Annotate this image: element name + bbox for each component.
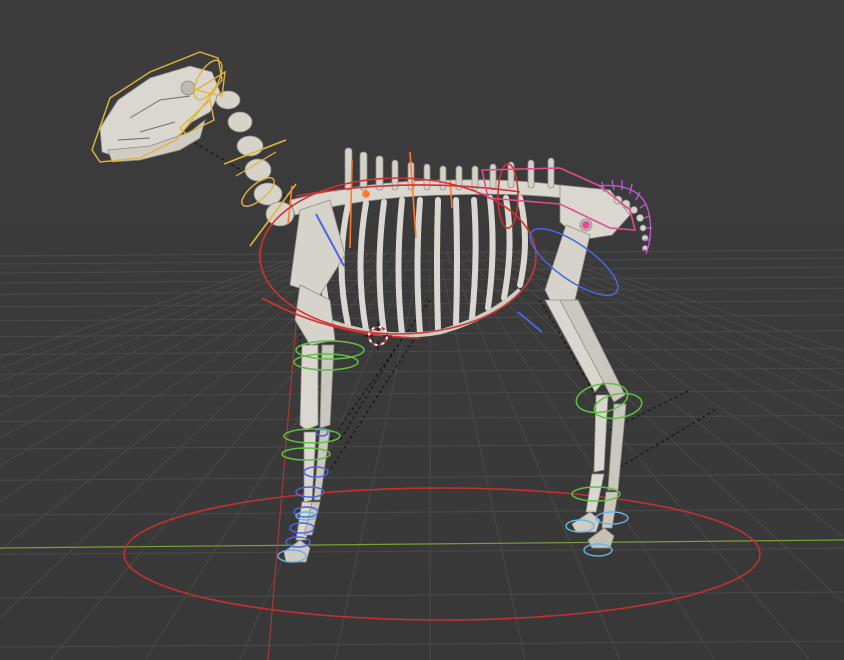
viewport-canvas[interactable] — [0, 0, 844, 660]
3d-viewport[interactable] — [0, 0, 844, 660]
